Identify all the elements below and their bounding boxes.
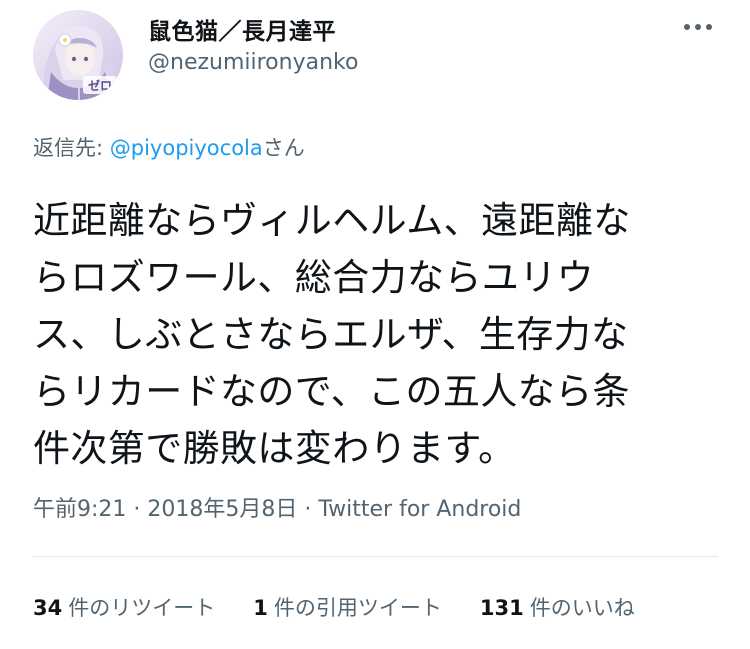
more-options-button[interactable] (676, 12, 720, 42)
tweet-source[interactable]: Twitter for Android (318, 497, 521, 522)
meta-separator: · (297, 497, 319, 522)
replying-to-prefix: 返信先: (33, 136, 110, 160)
tweet-date[interactable]: 2018年5月8日 (147, 497, 297, 522)
tweet-meta: 午前9:21 · 2018年5月8日 · Twitter for Android (33, 491, 521, 523)
quote-tweets-label: 件の引用ツイート (273, 596, 442, 620)
replying-to: 返信先: @piyopiyocolaさん (33, 132, 305, 162)
likes-count: 131 (479, 596, 524, 620)
retweets-count: 34 (33, 596, 63, 620)
avatar-badge-text: ゼロ (88, 78, 112, 93)
avatar[interactable]: ゼロ (33, 10, 123, 100)
likes-stat[interactable]: 131 件のいいね (480, 592, 635, 622)
meta-separator: · (126, 497, 148, 522)
engagement-stats: 34 件のリツイート 1 件の引用ツイート 131 件のいいね (33, 592, 635, 622)
quote-tweets-stat[interactable]: 1 件の引用ツイート (253, 592, 442, 622)
retweets-stat[interactable]: 34 件のリツイート (33, 592, 215, 622)
replying-to-suffix: さん (262, 136, 305, 160)
quote-tweets-count: 1 (253, 596, 268, 620)
more-horizontal-icon (684, 24, 712, 30)
reply-mention-link[interactable]: @piyopiyocola (110, 136, 263, 160)
author-display-name[interactable]: 鼠色猫／長月達平 (148, 12, 336, 46)
avatar-image: ゼロ (33, 10, 123, 100)
retweets-label: 件のリツイート (68, 596, 216, 620)
divider (33, 556, 718, 557)
tweet-text: 近距離ならヴィルヘルム、遠距離な らロズワール、総合力ならユリウ ス、しぶとさな… (33, 199, 631, 470)
author-handle[interactable]: @nezumiironyanko (148, 50, 358, 75)
tweet-time[interactable]: 午前9:21 (33, 497, 126, 522)
likes-label: 件のいいね (529, 596, 635, 620)
